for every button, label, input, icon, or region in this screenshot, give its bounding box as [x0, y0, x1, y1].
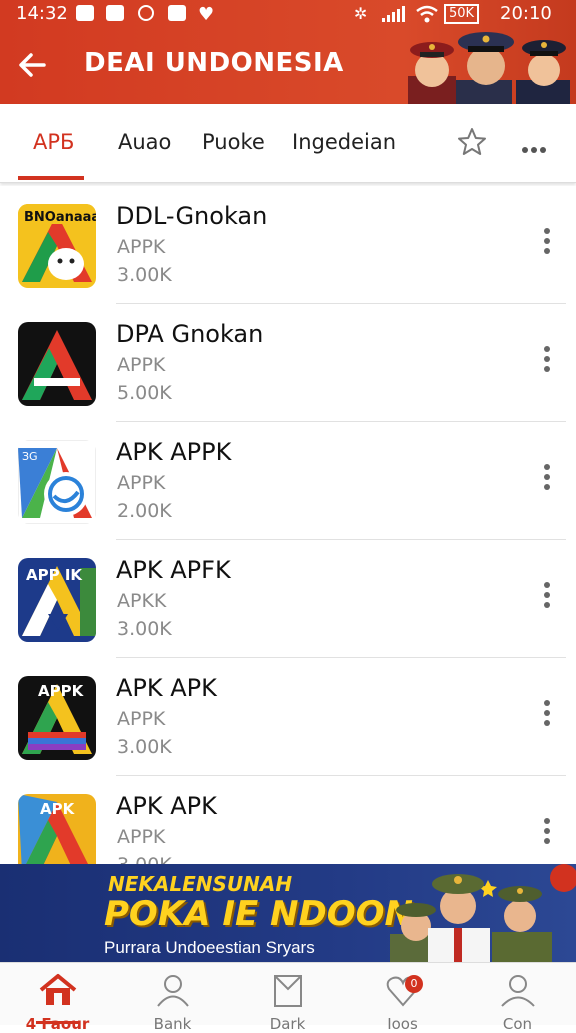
app-name: APK APK: [116, 674, 217, 702]
list-item[interactable]: BNOanaaaa DDL-Gnokan APPK 3.00K: [0, 186, 576, 304]
app-icon-text: APP IK: [26, 566, 83, 584]
nav-label: Bank: [153, 1015, 192, 1033]
tab-ingedeian[interactable]: Ingedeian: [292, 130, 396, 154]
item-menu-button[interactable]: [540, 228, 554, 262]
app-size: 3.00K: [117, 736, 172, 758]
app-size: 5.00K: [117, 382, 172, 404]
app-name: APK APPK: [116, 438, 232, 466]
app-icon-text: APPK: [38, 682, 85, 700]
nav-label: Dark: [269, 1015, 306, 1033]
nav-bank[interactable]: Bank: [115, 963, 230, 1033]
officers-illustration: [408, 32, 570, 104]
item-menu-button[interactable]: [540, 582, 554, 616]
person-icon: [157, 975, 189, 1007]
banner-officers-illustration: [390, 864, 576, 962]
active-tab-indicator: [18, 176, 84, 180]
app-icon-text: ЗG: [22, 450, 38, 463]
notification-badge: 0: [405, 975, 423, 993]
status-clock-right: 20:10: [500, 3, 552, 24]
user-icon: [501, 975, 535, 1007]
back-arrow-icon: [19, 53, 46, 77]
app-icon: APPK: [18, 676, 96, 760]
dot-icon: [531, 147, 537, 153]
dot-icon: [522, 147, 528, 153]
nav-con[interactable]: Con: [460, 963, 575, 1033]
app-size: 3.00K: [117, 618, 172, 640]
dot-icon: [540, 147, 546, 153]
app-name: DPA Gnokan: [116, 320, 264, 348]
gallery-icon: [106, 5, 124, 21]
more-options-button[interactable]: [522, 138, 549, 157]
nav-label: 4 Faour: [25, 1015, 90, 1033]
app-icon: APP IK: [18, 558, 96, 642]
app-type: APPK: [117, 826, 166, 848]
app-size: 3.00K: [117, 854, 172, 864]
app-name: DDL-Gnokan: [116, 202, 268, 230]
tab-bar: APБ Auao Puoke Ingedeian: [0, 104, 576, 183]
back-button[interactable]: [16, 48, 50, 82]
app-icon: ЗG: [18, 440, 96, 524]
nav-ioos[interactable]: 0 Ioos: [345, 963, 460, 1033]
app-type: APPK: [117, 236, 166, 258]
banner-top-text: NEKALENSUNAH: [108, 872, 293, 896]
heart-status-icon: ♥: [198, 4, 215, 25]
app-name: APK APK: [116, 792, 217, 820]
app-list: BNOanaaaa DDL-Gnokan APPK 3.00K DPA Gnok…: [0, 186, 576, 864]
notification-icon: [76, 5, 94, 21]
list-item[interactable]: APK APK APK APPK 3.00K: [0, 776, 576, 864]
app-icon: BNOanaaaa: [18, 204, 96, 288]
star-icon: [458, 128, 486, 155]
app-size: 2.00K: [117, 500, 172, 522]
app-icon-text: APK: [40, 800, 76, 818]
tab-apk[interactable]: APБ: [33, 130, 74, 154]
banner-title: POKA IE NDOON: [104, 894, 413, 934]
promo-banner[interactable]: NEKALENSUNAH POKA IE NDOON Purrara Undoe…: [0, 864, 576, 962]
item-menu-button[interactable]: [540, 700, 554, 734]
nav-label: Con: [502, 1015, 533, 1033]
app-icon: [18, 322, 96, 406]
nav-label: Ioos: [387, 1015, 418, 1033]
nav-dark[interactable]: Dark: [230, 963, 345, 1033]
list-item[interactable]: DPA Gnokan APPK 5.00K: [0, 304, 576, 422]
app-type: APPK: [117, 472, 166, 494]
wifi-icon: [416, 5, 438, 28]
page-title: DEAI UNDONESIA: [84, 48, 344, 78]
item-menu-button[interactable]: [540, 346, 554, 380]
list-item[interactable]: ЗG APK APPK APPK 2.00K: [0, 422, 576, 540]
app-type: APPK: [117, 708, 166, 730]
tab-puoke[interactable]: Puoke: [202, 130, 265, 154]
tab-auao[interactable]: Auao: [118, 130, 171, 154]
image-icon: [168, 5, 186, 21]
item-menu-button[interactable]: [540, 818, 554, 852]
bottom-navigation: 4 Faour Bank Dark 0 Ioos Con: [0, 962, 576, 1033]
favorite-button[interactable]: [456, 126, 488, 158]
list-item[interactable]: APPK APK APK APPK 3.00K: [0, 658, 576, 776]
vibrate-icon: ✲: [354, 4, 368, 23]
app-header: 14:32 ♥ ✲ 50K 20:10 DEAI UNDONESIA: [0, 0, 576, 104]
item-menu-button[interactable]: [540, 464, 554, 498]
sync-icon: [138, 5, 154, 21]
app-type: APPK: [117, 354, 166, 376]
book-icon: [274, 975, 302, 1007]
app-icon: APK: [18, 794, 96, 864]
list-item[interactable]: APP IK APK APFK APKK 3.00K: [0, 540, 576, 658]
home-icon: [39, 974, 77, 1005]
battery-indicator: 50K: [444, 4, 480, 24]
signal-icon: [382, 6, 408, 27]
status-time: 14:32: [16, 3, 68, 24]
nav-home[interactable]: 4 Faour: [0, 963, 115, 1033]
app-name: APK APFK: [116, 556, 231, 584]
app-type: APKK: [117, 590, 167, 612]
app-size: 3.00K: [117, 264, 172, 286]
banner-subtitle: Purrara Undoeestian Sryars: [104, 938, 315, 957]
app-icon-text: BNOanaaaa: [24, 210, 96, 225]
status-bar: 14:32 ♥ ✲ 50K 20:10: [0, 0, 576, 28]
